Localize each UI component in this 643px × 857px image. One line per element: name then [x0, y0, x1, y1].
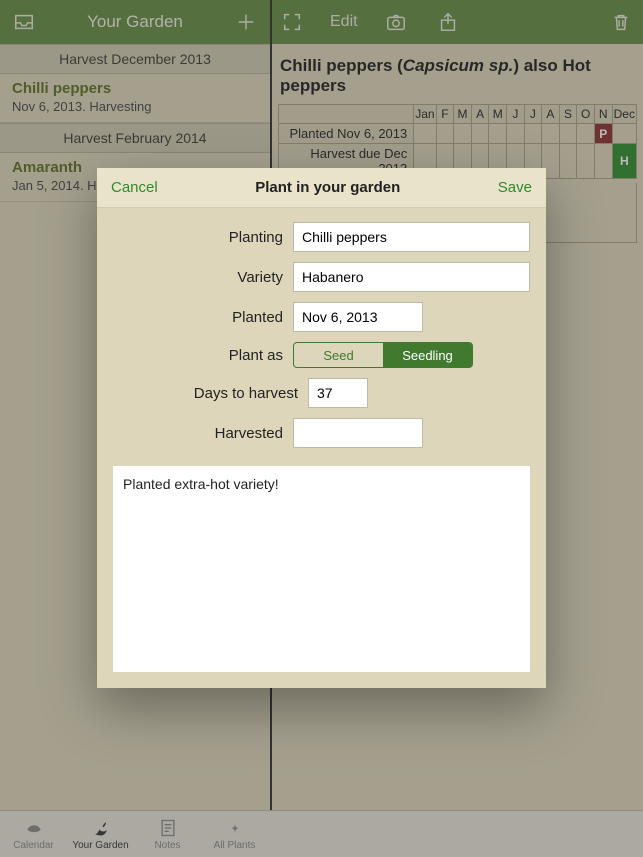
planted-label: Planted: [113, 309, 293, 326]
seed-option[interactable]: Seed: [294, 343, 383, 367]
days-to-harvest-label: Days to harvest: [113, 385, 308, 402]
variety-field[interactable]: [293, 262, 530, 292]
cancel-button[interactable]: Cancel: [111, 179, 158, 196]
plant-as-label: Plant as: [113, 347, 293, 364]
seedling-option[interactable]: Seedling: [383, 343, 472, 367]
plant-as-segment: Seed Seedling: [293, 342, 473, 368]
modal-title: Plant in your garden: [255, 179, 400, 196]
planted-field[interactable]: [293, 302, 423, 332]
planting-label: Planting: [113, 229, 293, 246]
harvested-label: Harvested: [113, 425, 293, 442]
variety-label: Variety: [113, 269, 293, 286]
save-button[interactable]: Save: [498, 179, 532, 196]
harvested-field[interactable]: [293, 418, 423, 448]
plant-modal: Cancel Plant in your garden Save Plantin…: [97, 168, 546, 688]
notes-textarea[interactable]: Planted extra-hot variety!: [113, 466, 530, 672]
planting-field[interactable]: [293, 222, 530, 252]
days-to-harvest-field[interactable]: [308, 378, 368, 408]
